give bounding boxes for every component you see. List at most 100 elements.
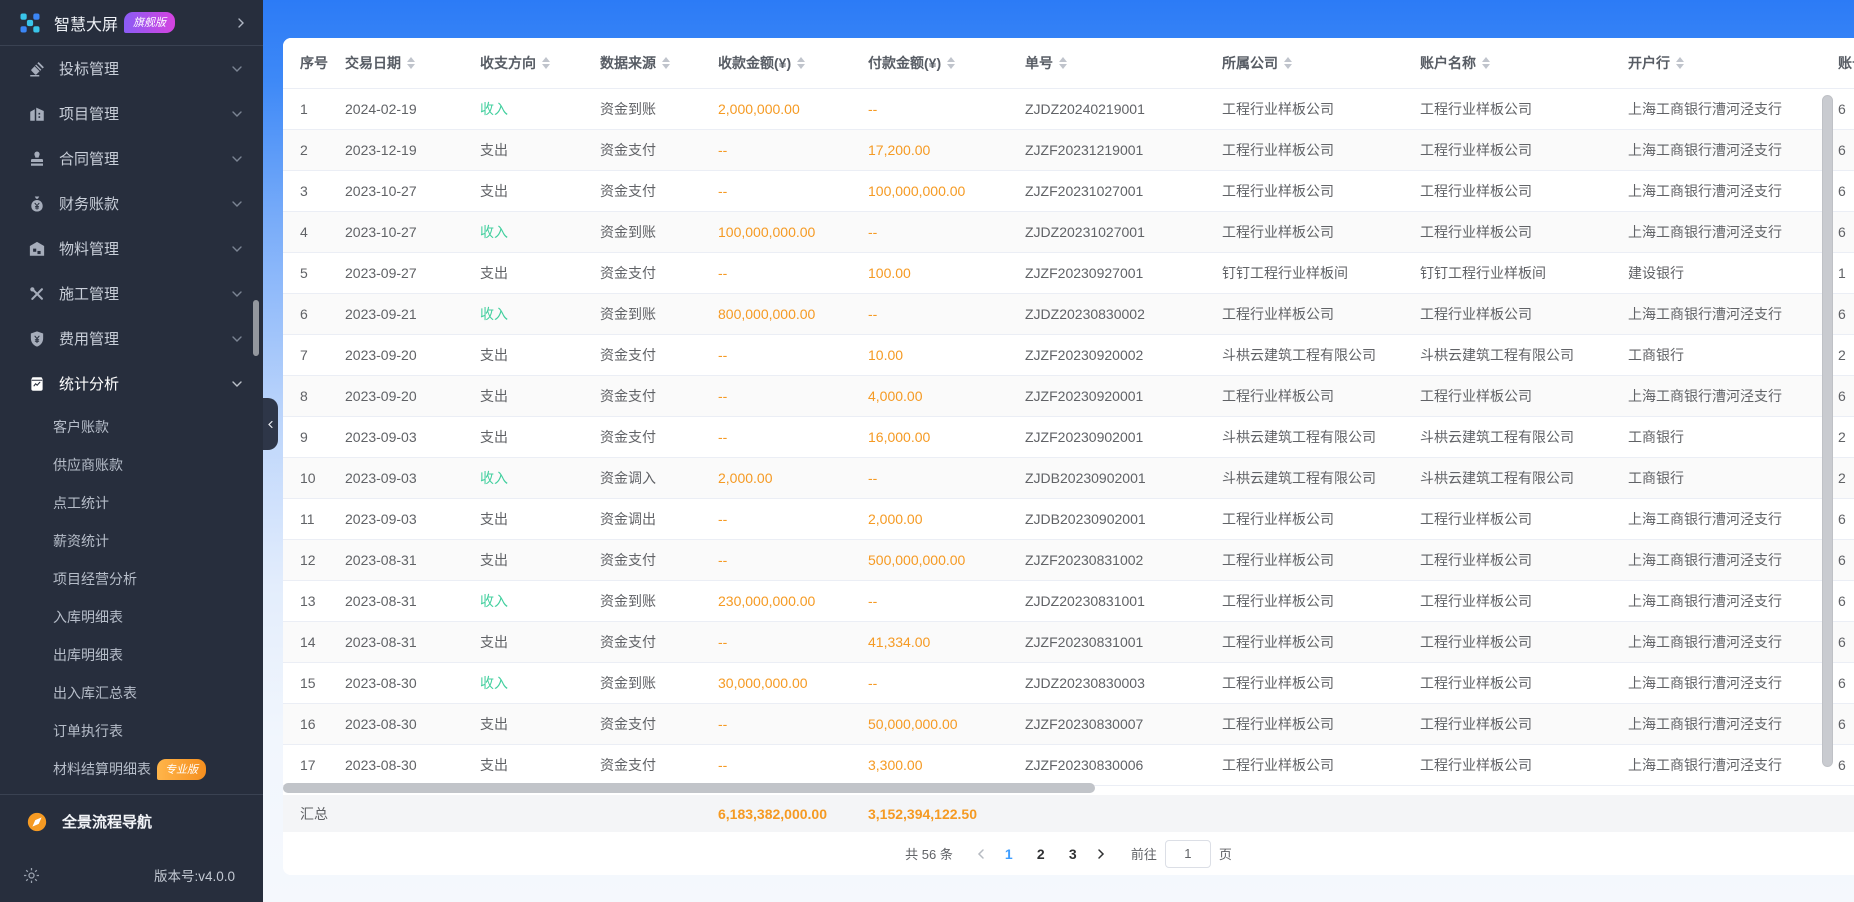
gavel-icon — [28, 60, 46, 78]
table-cell-source: 资金支付 — [600, 429, 656, 445]
sidebar-subitem[interactable]: 订单执行表 — [0, 712, 263, 750]
sidebar-item[interactable]: 物料管理 — [0, 226, 263, 271]
table-cell-account: 工程行业样板公司 — [1420, 634, 1532, 650]
table-cell-account: 钉钉工程行业样板间 — [1420, 265, 1546, 281]
table-cell-receipt: -- — [718, 388, 728, 404]
app-title: 智慧大屏 — [54, 16, 119, 34]
table-cell-no: 7 — [300, 347, 308, 363]
sort-icon[interactable] — [797, 57, 806, 69]
table-cell-order_no: ZJZF20230831002 — [1025, 552, 1144, 568]
table-cell-bank: 上海工商银行漕河泾支行 — [1628, 716, 1782, 732]
next-page-button[interactable] — [1089, 840, 1113, 868]
sidebar-item-label: 费用管理 — [59, 331, 120, 348]
page-number-button[interactable]: 2 — [1027, 840, 1055, 868]
column-label: 序号 — [300, 55, 328, 71]
table-cell-date: 2023-08-31 — [345, 593, 417, 609]
goto-page-input[interactable] — [1164, 839, 1211, 868]
column-label: 收支方向 — [480, 55, 536, 71]
sort-icon[interactable] — [1676, 57, 1684, 69]
table-cell-order_no: ZJZF20230830007 — [1025, 716, 1144, 732]
main-content: 序号 交易日期 收支方向 数据来源 收款金额(¥) 付款金额(¥) 单号 所属公司 账户名称 开户… — [263, 0, 1854, 902]
chevron-down-icon — [231, 333, 243, 345]
sort-icon[interactable] — [542, 57, 550, 69]
page-number-button[interactable]: 1 — [995, 840, 1023, 868]
sidebar-collapse-handle[interactable] — [263, 398, 278, 450]
page-number-button[interactable]: 3 — [1059, 840, 1087, 868]
table-cell-no: 3 — [300, 183, 308, 199]
sidebar-subitem-label: 供应商账款 — [53, 457, 123, 473]
table-cell-company: 工程行业样板公司 — [1222, 511, 1334, 527]
table-cell-bank: 上海工商银行漕河泾支行 — [1628, 757, 1782, 773]
sort-icon[interactable] — [1284, 57, 1292, 69]
sidebar-subitem[interactable]: 客户账款 — [0, 408, 263, 446]
sidebar-item[interactable]: 合同管理 — [0, 136, 263, 181]
sidebar-subitem[interactable]: 材料结算明细表 专业版 — [0, 750, 263, 788]
table-cell-order_no: ZJZF20230831001 — [1025, 634, 1144, 650]
sidebar-logo-item[interactable]: 智慧大屏 旗舰版 — [0, 0, 263, 45]
sidebar-subitem[interactable]: 薪资统计 — [0, 522, 263, 560]
horizontal-scrollbar[interactable] — [283, 783, 1095, 793]
column-header: 数据来源 — [584, 53, 702, 73]
sidebar-submenu: 客户账款供应商账款点工统计 薪资统计 项目经营分析 入库明细表 出库明细表 出入库汇总表订… — [0, 406, 263, 788]
table-cell-bank: 上海工商银行漕河泾支行 — [1628, 388, 1782, 404]
table-cell-dir: 收入 — [480, 593, 508, 609]
table-cell-bank: 上海工商银行漕河泾支行 — [1628, 593, 1782, 609]
analytics-icon — [28, 375, 46, 393]
sidebar-subitem[interactable]: 出入库汇总表 — [0, 674, 263, 712]
table-cell-account: 工程行业样板公司 — [1420, 757, 1532, 773]
table-cell-order_no: ZJDZ20231027001 — [1025, 224, 1145, 240]
sidebar-item-label: 统计分析 — [59, 376, 120, 393]
sidebar-item[interactable]: 施工管理 — [0, 271, 263, 316]
sidebar-subitem[interactable]: 供应商账款 — [0, 446, 263, 484]
gear-icon[interactable] — [22, 866, 41, 885]
table-cell-bank: 上海工商银行漕河泾支行 — [1628, 224, 1782, 240]
summary-receipt-total: 6,183,382,000.00 — [718, 805, 827, 822]
sidebar-subitem-label: 材料结算明细表 — [53, 761, 151, 777]
sidebar-subitem[interactable]: 出库明细表 — [0, 636, 263, 674]
sidebar-item-process-navigation[interactable]: 全景流程导航 — [0, 795, 263, 848]
sort-icon[interactable] — [947, 57, 956, 69]
column-label: 收款金额(¥) — [718, 55, 792, 71]
table-cell-order_no: ZJZF20231027001 — [1025, 183, 1144, 199]
building-icon — [28, 105, 46, 123]
table-cell-dir: 支出 — [480, 347, 508, 363]
sort-icon[interactable] — [1059, 57, 1067, 69]
table-cell-account: 工程行业样板公司 — [1420, 511, 1532, 527]
sort-icon[interactable] — [1482, 57, 1490, 69]
table-row: 7 2023-09-20 支出 资金支付 -- 10.00 ZJZF20230920002 斗… — [283, 335, 1854, 376]
table-cell-source: 资金支付 — [600, 347, 656, 363]
table-cell-source: 资金到账 — [600, 593, 656, 609]
table-cell-no: 6 — [300, 306, 308, 322]
table-cell-dir: 支出 — [480, 511, 508, 527]
sidebar-subitem[interactable]: 点工统计 — [0, 484, 263, 522]
sidebar-subitem[interactable]: 项目经营分析 — [0, 560, 263, 598]
sort-icon[interactable] — [407, 57, 415, 69]
table-cell-company: 斗栱云建筑工程有限公司 — [1222, 429, 1376, 445]
sidebar-item[interactable]: 项目管理 — [0, 91, 263, 136]
sort-icon[interactable] — [662, 57, 670, 69]
sidebar-item[interactable]: 投标管理 — [0, 46, 263, 91]
sidebar-item[interactable]: 财务账款 — [0, 181, 263, 226]
vertical-scrollbar[interactable] — [1822, 95, 1833, 767]
sidebar-scrollbar[interactable] — [253, 300, 259, 356]
table-cell-payment: -- — [868, 101, 878, 117]
table-cell-company: 工程行业样板公司 — [1222, 101, 1334, 117]
table-cell-date: 2023-09-21 — [345, 306, 417, 322]
table-cell-company: 斗栱云建筑工程有限公司 — [1222, 470, 1376, 486]
table-cell-account: 工程行业样板公司 — [1420, 716, 1532, 732]
table-cell-date: 2024-02-19 — [345, 101, 417, 117]
table-cell-company: 工程行业样板公司 — [1222, 306, 1334, 322]
table-cell-no: 16 — [300, 716, 316, 732]
table-cell-order_no: ZJZF20230830006 — [1025, 757, 1144, 773]
sidebar-subitem[interactable]: 入库明细表 — [0, 598, 263, 636]
table-cell-date: 2023-09-03 — [345, 511, 417, 527]
prev-page-button[interactable] — [969, 840, 993, 868]
table-cell-payment: 17,200.00 — [868, 142, 931, 158]
column-label: 账号 — [1838, 55, 1854, 71]
sidebar-item[interactable]: 费用管理 — [0, 316, 263, 361]
table-cell-source: 资金支付 — [600, 716, 656, 732]
chevron-down-icon — [231, 243, 243, 255]
sidebar-item[interactable]: 统计分析 — [0, 361, 263, 406]
page-unit-label: 页 — [1218, 847, 1232, 862]
table-cell-receipt: -- — [718, 183, 728, 199]
